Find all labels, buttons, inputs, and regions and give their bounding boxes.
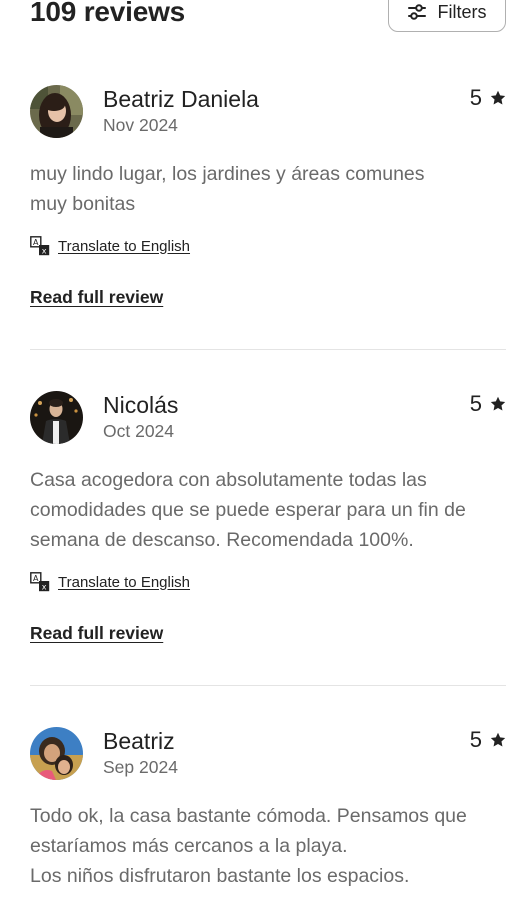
star-icon [490,732,506,747]
translate-label: Translate to English [58,573,191,591]
rating-value: 5 [469,391,482,416]
svg-text:x: x [42,246,47,255]
review-text: muy lindo lugar, los jardines y áreas co… [30,163,425,215]
review-rating: 5 [470,85,506,111]
review-date: Sep 2024 [103,757,178,777]
star-icon [490,90,506,105]
svg-text:A: A [33,238,39,247]
reviewer-name: Beatriz Daniela [103,86,259,112]
review-date: Oct 2024 [103,421,175,441]
reviews-header: 109 reviews Filters [30,0,506,34]
translate-icon: A x [30,236,50,255]
avatar[interactable] [30,391,83,444]
reviewer-name: Nicolás [103,392,179,418]
filters-button[interactable]: Filters [388,0,506,32]
translate-icon: A x [30,572,50,591]
divider [30,349,506,350]
reviewer-name: Beatriz [103,728,175,754]
read-full-review-link[interactable]: Read full review [30,287,163,308]
translate-link[interactable]: A x Translate to English [30,572,190,592]
avatar-photo [30,727,83,780]
rating-value: 5 [469,85,482,110]
review-rating: 5 [470,727,506,753]
reviews-count-title: 109 reviews [30,0,186,27]
review-text: Todo ok, la casa bastante cómoda. Pensam… [30,805,467,887]
avatar[interactable] [30,85,83,138]
divider [30,685,506,686]
avatar-photo [30,85,83,138]
star-icon [490,396,506,411]
filters-label: Filters [437,1,487,22]
read-full-review-link[interactable]: Read full review [30,623,163,644]
sliders-icon [407,4,426,20]
review-text: Casa acogedora con absolutamente todas l… [30,469,466,551]
rating-value: 5 [469,727,482,752]
reviews-page: 109 reviews Filters Beatriz Daniela Nov … [0,0,522,899]
review-rating: 5 [470,391,506,417]
review-date: Nov 2024 [103,115,178,135]
review-item: Beatriz Sep 2024 5 Todo ok, la casa bast… [30,727,506,899]
avatar-photo [30,391,83,444]
review-item: Nicolás Oct 2024 5 Casa acogedora con ab… [30,391,506,651]
svg-text:x: x [42,582,47,591]
avatar[interactable] [30,727,83,780]
review-item: Beatriz Daniela Nov 2024 5 muy lindo lug… [30,85,506,315]
svg-text:A: A [33,574,39,583]
translate-link[interactable]: A x Translate to English [30,236,190,256]
translate-label: Translate to English [58,237,191,255]
